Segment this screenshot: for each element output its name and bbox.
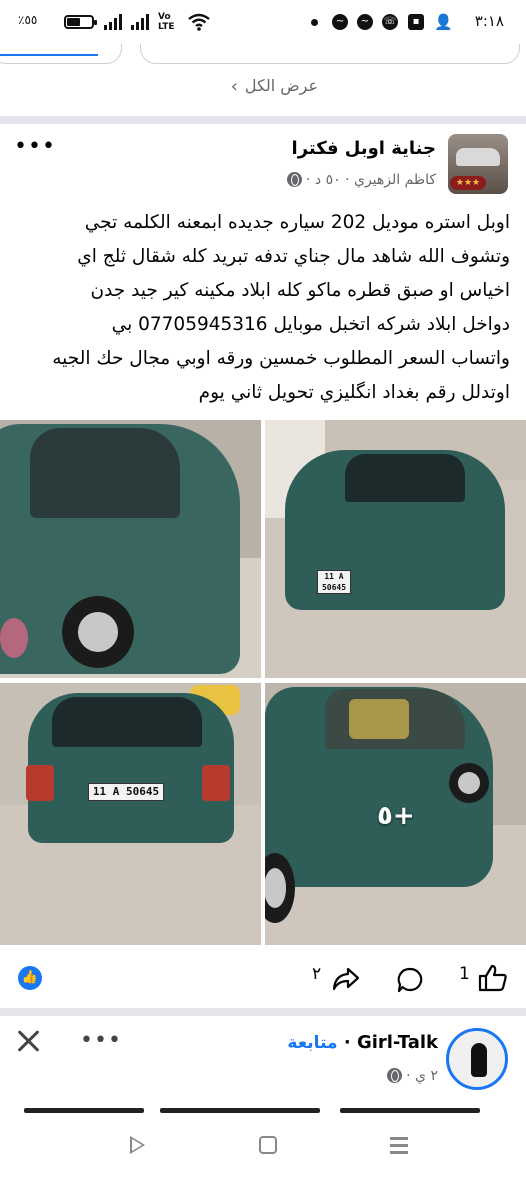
recents-icon[interactable] bbox=[390, 1136, 408, 1154]
rating-badge-icon: ★★★ bbox=[450, 176, 486, 190]
home-icon[interactable] bbox=[259, 1136, 277, 1154]
post2-meta: ٢ ي · bbox=[383, 1068, 438, 1084]
status-bar: ٪٥٥ Vo LTE ~ ~ ☏ ▪ 👤 ٣:١٨ bbox=[0, 0, 526, 44]
more-photos-label[interactable]: +٥ bbox=[377, 801, 415, 831]
meta-separator: · bbox=[345, 172, 350, 188]
more-options-icon[interactable]: ••• bbox=[14, 134, 56, 159]
follow-button[interactable]: متابعة bbox=[287, 1033, 337, 1053]
post-body-line: اخياس او صبق قطره ماكو كله ابلاد مكينه ك… bbox=[90, 280, 511, 301]
group-name[interactable]: جناية اوبل فكترا bbox=[292, 138, 436, 159]
like-reaction-icon[interactable]: 👍 bbox=[18, 966, 42, 990]
post-body-line: وتشوف الله شاهد مال جناي تدفه تبريد كله … bbox=[77, 246, 510, 267]
meta-separator: · bbox=[343, 1032, 351, 1053]
like-count: 1 bbox=[459, 964, 470, 984]
meta-separator: · bbox=[406, 1068, 411, 1084]
post-body-line: اوبل استره موديل 202 سياره جديده ابمعنه … bbox=[84, 212, 510, 233]
messenger-icon: ~ bbox=[357, 14, 373, 30]
meta-separator: · bbox=[305, 172, 311, 188]
car-rear-photo[interactable]: 11 A 50645 bbox=[0, 683, 261, 945]
see-all-link[interactable]: عرض الكل bbox=[245, 76, 318, 95]
notification-dot-icon bbox=[311, 19, 318, 26]
system-nav-bar bbox=[0, 1118, 526, 1178]
car-left-side-photo[interactable]: +٥ bbox=[265, 683, 526, 945]
globe-icon bbox=[286, 172, 302, 187]
share-count: ٢ bbox=[312, 964, 322, 984]
post-body-line: واتساب السعر المطلوب خمسين ورقه اوبي مجا… bbox=[52, 348, 510, 369]
volte-label: Vo LTE bbox=[158, 12, 175, 32]
wifi-icon bbox=[188, 13, 210, 31]
chevron-left-icon: ‹ bbox=[230, 76, 238, 97]
license-plate: 11 A 50645 bbox=[317, 570, 351, 594]
gallery-icon: ▪ bbox=[408, 14, 424, 30]
battery-percent: ٪٥٥ bbox=[18, 13, 38, 27]
post-body-line: اوتدلل رقم بغداد انگليزي تحويل ثاني يوم bbox=[198, 382, 510, 403]
post-meta: كاظم الزهيري · ٥٠ د · bbox=[283, 172, 436, 188]
page-name[interactable]: Girl-Talk bbox=[357, 1032, 438, 1053]
page-avatar[interactable] bbox=[446, 1028, 508, 1090]
scroll-progress bbox=[0, 54, 98, 56]
clock: ٣:١٨ bbox=[474, 12, 504, 30]
stories-strip[interactable] bbox=[0, 44, 526, 64]
car-front-photo[interactable]: 11 A 50645 bbox=[265, 420, 526, 678]
post-time[interactable]: ٢ ي bbox=[415, 1068, 438, 1084]
close-icon[interactable] bbox=[14, 1026, 44, 1056]
messenger-icon: ~ bbox=[332, 14, 348, 30]
battery-icon bbox=[64, 15, 97, 29]
more-options-icon[interactable]: ••• bbox=[80, 1028, 122, 1053]
signal-icon bbox=[104, 14, 124, 30]
author-name[interactable]: كاظم الزهيري bbox=[354, 172, 436, 188]
globe-icon bbox=[386, 1068, 402, 1083]
post-actions: 👍 ٢ 1 bbox=[0, 956, 526, 1000]
post-time[interactable]: ٥٠ د bbox=[315, 172, 341, 188]
signal-icon bbox=[131, 14, 151, 30]
license-plate: 11 A 50645 bbox=[88, 783, 164, 801]
group-avatar[interactable]: ★★★ bbox=[448, 134, 508, 194]
add-user-icon: 👤 bbox=[434, 13, 453, 31]
comment-icon[interactable] bbox=[396, 966, 424, 994]
like-icon[interactable] bbox=[478, 964, 508, 992]
share-icon[interactable] bbox=[332, 966, 360, 992]
whatsapp-icon: ☏ bbox=[382, 14, 398, 30]
post-body: اوبل استره موديل 202 سياره جديده ابمعنه … bbox=[12, 206, 510, 410]
story-card[interactable] bbox=[140, 44, 520, 64]
post2-body-cut bbox=[0, 1104, 526, 1114]
see-all-row[interactable]: ‹ عرض الكل bbox=[0, 68, 526, 110]
back-icon[interactable] bbox=[130, 1136, 145, 1154]
feed-separator bbox=[0, 116, 526, 124]
feed-separator bbox=[0, 1008, 526, 1016]
post-body-line: دواخل ابلاد شركه اتخبل موبايل 0770594531… bbox=[111, 314, 510, 335]
car-side-photo[interactable] bbox=[0, 420, 261, 678]
post2-header: Girl-Talk · متابعة bbox=[287, 1032, 438, 1053]
